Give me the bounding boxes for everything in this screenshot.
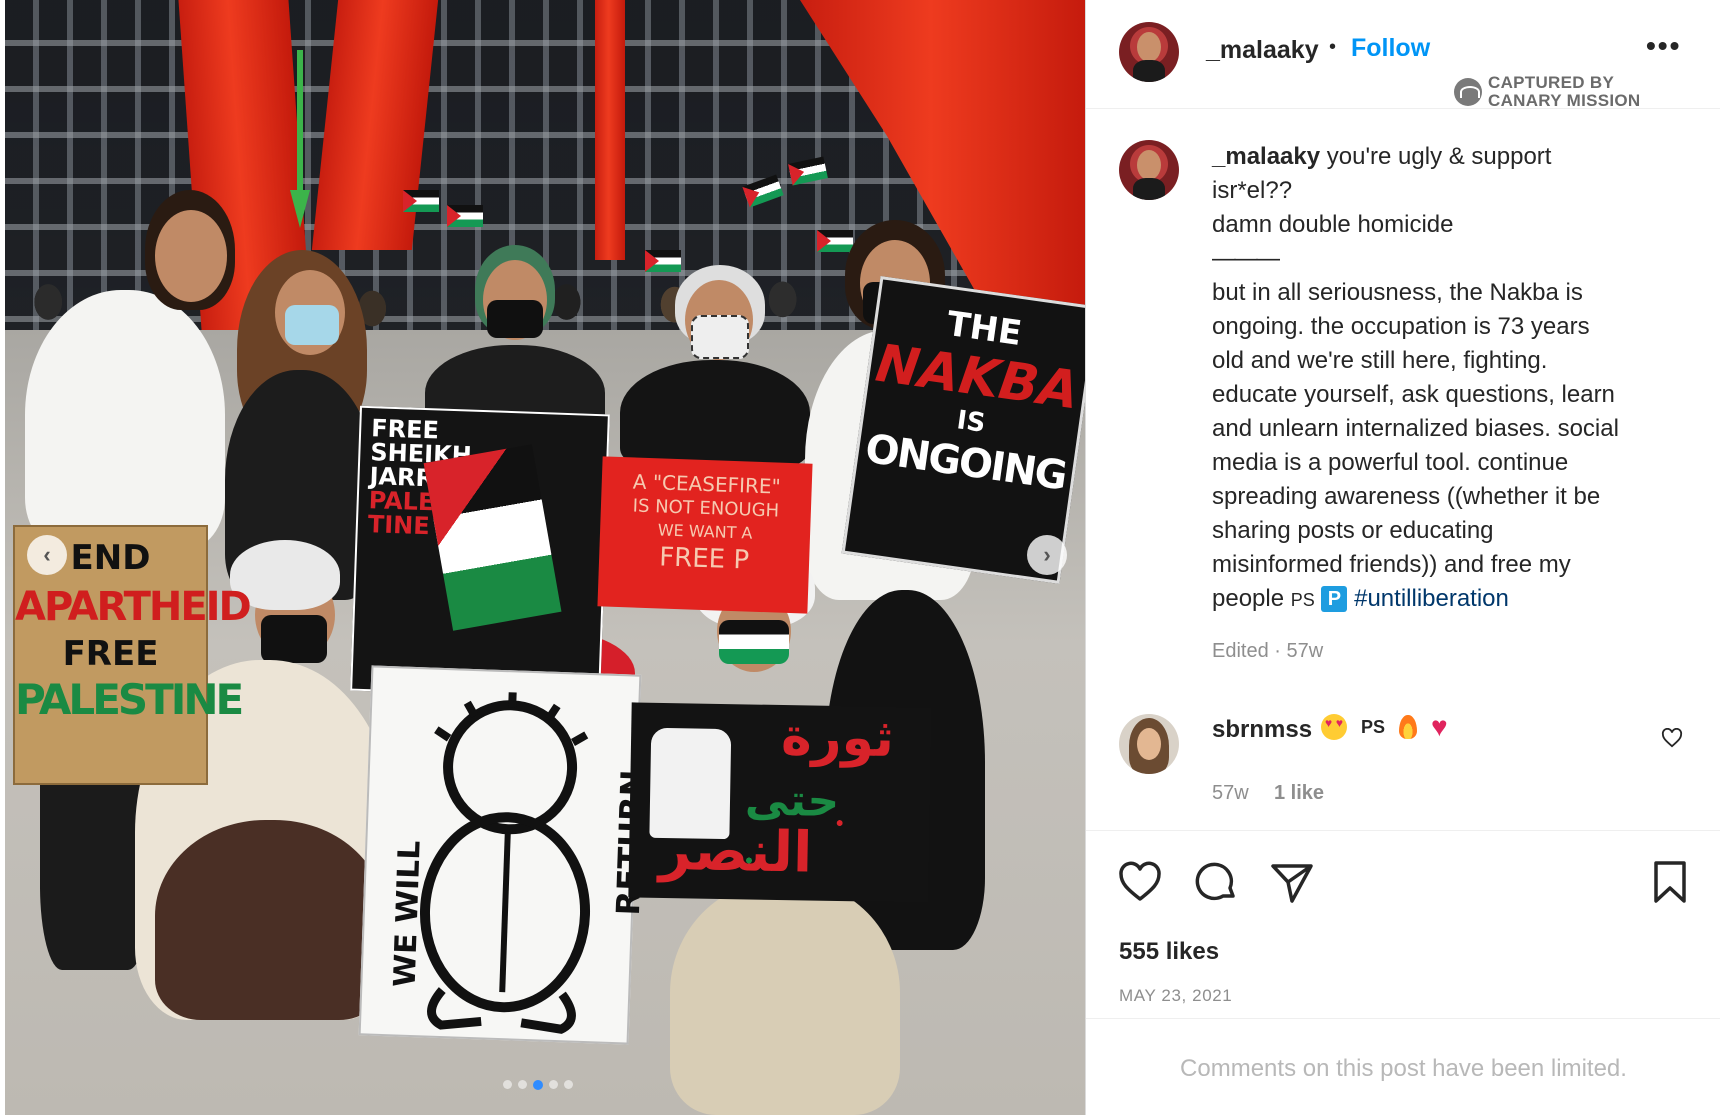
- commenter-avatar[interactable]: [1119, 714, 1179, 774]
- sign-text: FREE: [62, 634, 159, 674]
- author-username[interactable]: _malaaky: [1206, 36, 1319, 65]
- caption-edited-time: Edited · 57w: [1212, 640, 1324, 662]
- carousel-dot[interactable]: [518, 1080, 527, 1089]
- caption-line: old and we're still here, fighting.: [1212, 347, 1548, 374]
- palestine-flag: [447, 205, 483, 227]
- caption-line: but in all seriousness, the Nakba is: [1212, 279, 1583, 306]
- divider: [1086, 830, 1720, 831]
- carousel-dot[interactable]: [503, 1080, 512, 1089]
- watermark-line: CAPTURED BY: [1488, 73, 1615, 92]
- carousel-prev-button[interactable]: ‹: [27, 535, 67, 575]
- green-arrow-annotation: [290, 50, 310, 228]
- sculpture-beam: [595, 0, 625, 260]
- comment-text: PS ♥: [1321, 711, 1448, 742]
- red-heart-emoji-icon: ♥: [1431, 711, 1448, 742]
- sign-text: APARTHEID: [15, 584, 252, 630]
- person: [620, 360, 810, 470]
- canary-logo-icon: [1454, 78, 1482, 106]
- carousel-prev-icon: ‹: [43, 542, 51, 567]
- sign-ceasefire: A "CEASEFIRE" IS NOT ENOUGH WE WANT A FR…: [597, 456, 813, 614]
- save-icon[interactable]: [1646, 858, 1694, 906]
- heart-eyes-emoji-icon: [1321, 714, 1347, 740]
- p-badge-emoji: P: [1321, 586, 1348, 612]
- comments-limited-notice: Comments on this post have been limited.: [1180, 1055, 1627, 1082]
- hashtag-link[interactable]: #untilliberation: [1354, 585, 1509, 612]
- person: [155, 820, 385, 1020]
- post-caption: _malaaky you're ugly & support isr*el?? …: [1212, 140, 1702, 617]
- post-date: MAY 23, 2021: [1119, 986, 1233, 1005]
- likes-count[interactable]: 555 likes: [1119, 938, 1219, 966]
- share-icon[interactable]: [1268, 858, 1316, 906]
- caption-author-avatar[interactable]: [1119, 140, 1179, 200]
- caption-line: misinformed friends)) and free my: [1212, 551, 1571, 578]
- carousel-dot[interactable]: [533, 1080, 543, 1090]
- caption-line: media is a powerful tool. continue: [1212, 449, 1569, 476]
- caption-line: _malaaky you're ugly & support: [1212, 143, 1552, 170]
- caption-username[interactable]: _malaaky: [1212, 143, 1320, 170]
- sign-we-will-return: WE WILL RETURN: [358, 665, 652, 1045]
- post-sidebar: _malaaky • Follow ••• CAPTURED BY CANARY…: [1085, 0, 1720, 1115]
- person: [670, 880, 900, 1115]
- caption-line: spreading awareness ((whether it be: [1212, 483, 1601, 510]
- caption-line: people PS P #untilliberation: [1212, 585, 1509, 612]
- ps-text: PS: [1290, 590, 1315, 610]
- comment-like-icon[interactable]: [1661, 728, 1683, 748]
- canary-mission-watermark: CAPTURED BY CANARY MISSION: [1454, 74, 1641, 110]
- caption-line: and unlearn internalized biases. social: [1212, 415, 1619, 442]
- carousel-next-button[interactable]: ›: [1027, 535, 1067, 575]
- carousel-dots: [503, 1080, 573, 1090]
- comment-likes-link[interactable]: 1 like: [1274, 782, 1324, 805]
- carousel-dot[interactable]: [564, 1080, 573, 1089]
- caption-line: ———: [1212, 245, 1280, 272]
- palestine-flag: [403, 190, 439, 212]
- follow-button[interactable]: Follow: [1351, 34, 1430, 63]
- caption-line: damn double homicide: [1212, 211, 1454, 238]
- caption-line: ongoing. the occupation is 73 years: [1212, 313, 1590, 340]
- sign-free-sheikh-jarrah: FREE SHEIKH JARRAH PALES TINE: [350, 405, 610, 700]
- caption-line: isr*el??: [1212, 177, 1293, 204]
- fire-emoji-icon: [1399, 715, 1418, 739]
- carousel-dot[interactable]: [549, 1080, 558, 1089]
- post-photo[interactable]: END APARTHEID FREE PALESTINE FREE SHEIKH…: [5, 0, 1085, 1115]
- carousel-next-icon: ›: [1043, 542, 1051, 567]
- divider: [1086, 1018, 1720, 1019]
- like-icon[interactable]: [1116, 858, 1164, 906]
- comment-time: 57w: [1212, 782, 1249, 804]
- person: [25, 290, 225, 550]
- commenter-username[interactable]: sbrnmss: [1212, 716, 1312, 744]
- comment-icon[interactable]: [1192, 858, 1240, 906]
- ps-text: PS: [1361, 716, 1386, 737]
- more-options-button[interactable]: •••: [1646, 30, 1681, 62]
- palestine-flag: [645, 250, 681, 272]
- divider: [1086, 108, 1720, 109]
- caption-line: sharing posts or educating: [1212, 517, 1494, 544]
- separator-dot: •: [1329, 36, 1337, 58]
- more-icon: •••: [1646, 30, 1682, 61]
- caption-line: educate yourself, ask questions, learn: [1212, 381, 1615, 408]
- sign-text: PALESTINE: [15, 675, 244, 724]
- palestine-flag: [817, 230, 853, 252]
- author-avatar[interactable]: [1119, 22, 1179, 82]
- sign-arabic-revolution: ثورة حتى النصر: [628, 702, 932, 903]
